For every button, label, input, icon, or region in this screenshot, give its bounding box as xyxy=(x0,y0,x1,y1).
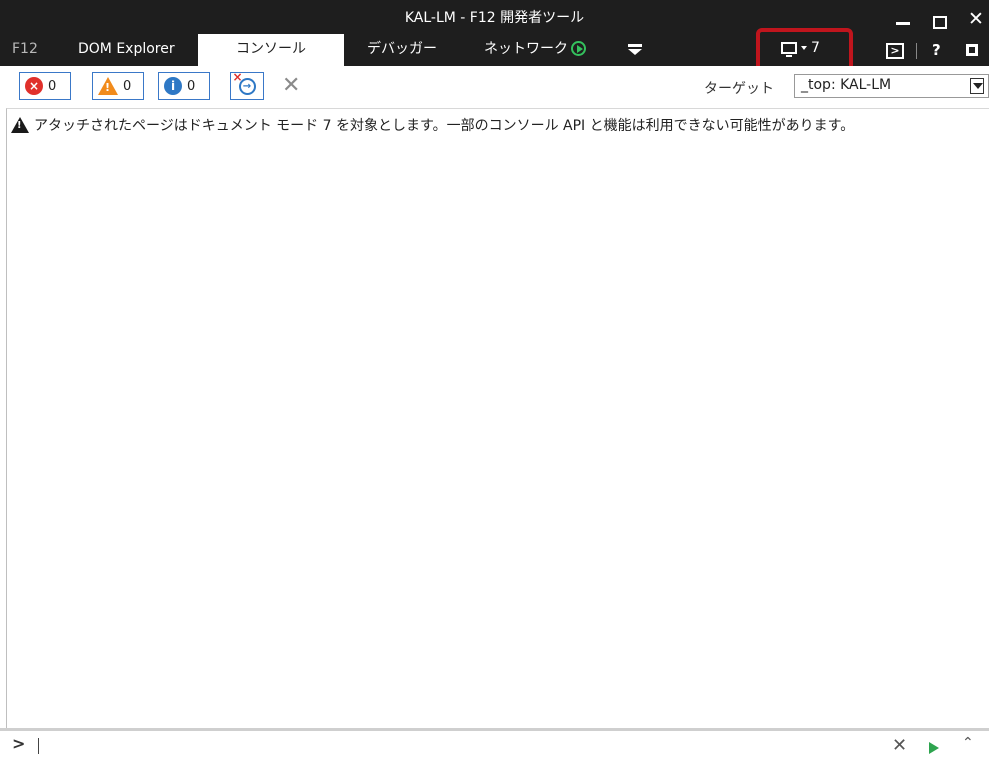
clear-input-icon[interactable]: ✕ xyxy=(892,735,907,756)
tab-dom-explorer[interactable]: DOM Explorer xyxy=(78,34,175,66)
title-and-tabs-bar: KAL-LM - F12 開発者ツール ✕ F12 DOM Explorer コ… xyxy=(0,0,989,81)
maximize-icon[interactable] xyxy=(933,16,947,29)
errors-filter-button[interactable]: × 0 xyxy=(19,72,71,100)
clear-on-navigate-icon: → xyxy=(233,71,256,95)
console-output: アタッチされたページはドキュメント モード 7 を対象とします。一部のコンソール… xyxy=(6,108,989,728)
warning-icon xyxy=(11,117,29,133)
more-tabs-icon[interactable] xyxy=(628,44,642,56)
target-select[interactable]: _top: KAL-LM xyxy=(794,74,989,98)
warning-icon xyxy=(98,77,118,95)
window-title: KAL-LM - F12 開発者ツール xyxy=(404,10,585,26)
info-count: 0 xyxy=(187,78,196,94)
console-toolbar: × 0 0 i 0 → ✕ ターゲット _top: KAL-LM xyxy=(0,66,989,108)
target-label: ターゲット xyxy=(704,81,774,97)
tab-console[interactable]: コンソール xyxy=(198,34,344,66)
expand-input-icon[interactable]: ⌃ xyxy=(962,735,974,751)
run-icon[interactable] xyxy=(929,742,939,754)
minimize-icon[interactable] xyxy=(896,22,910,25)
console-message-text: アタッチされたページはドキュメント モード 7 を対象とします。一部のコンソール… xyxy=(34,118,855,134)
dock-icon[interactable] xyxy=(966,44,978,56)
help-icon[interactable]: ? xyxy=(932,41,941,59)
tab-console-label: コンソール xyxy=(236,41,306,57)
prompt-icon: > xyxy=(12,734,26,753)
warnings-count: 0 xyxy=(123,78,132,94)
tab-network[interactable]: ネットワーク xyxy=(484,34,586,66)
clear-on-navigate-button[interactable]: → xyxy=(230,71,264,100)
tab-debugger[interactable]: デバッガー xyxy=(367,34,437,66)
input-cursor[interactable] xyxy=(38,738,39,754)
console-input-bar[interactable]: > ✕ ⌃ xyxy=(0,728,989,758)
errors-count: 0 xyxy=(48,78,57,94)
warnings-filter-button[interactable]: 0 xyxy=(92,72,144,100)
info-filter-button[interactable]: i 0 xyxy=(158,72,210,100)
tab-f12[interactable]: F12 xyxy=(12,34,38,66)
tab-network-label: ネットワーク xyxy=(484,41,568,57)
target-value: _top: KAL-LM xyxy=(801,77,892,93)
clear-console-icon[interactable]: ✕ xyxy=(282,73,300,98)
chevron-down-icon[interactable] xyxy=(970,78,984,94)
info-icon: i xyxy=(164,77,182,95)
error-icon: × xyxy=(25,77,43,95)
divider xyxy=(916,43,917,59)
play-circle-icon xyxy=(571,40,586,56)
console-message: アタッチされたページはドキュメント モード 7 を対象とします。一部のコンソール… xyxy=(11,115,854,135)
close-icon[interactable]: ✕ xyxy=(968,8,984,30)
command-prompt-icon[interactable]: > xyxy=(886,43,904,59)
